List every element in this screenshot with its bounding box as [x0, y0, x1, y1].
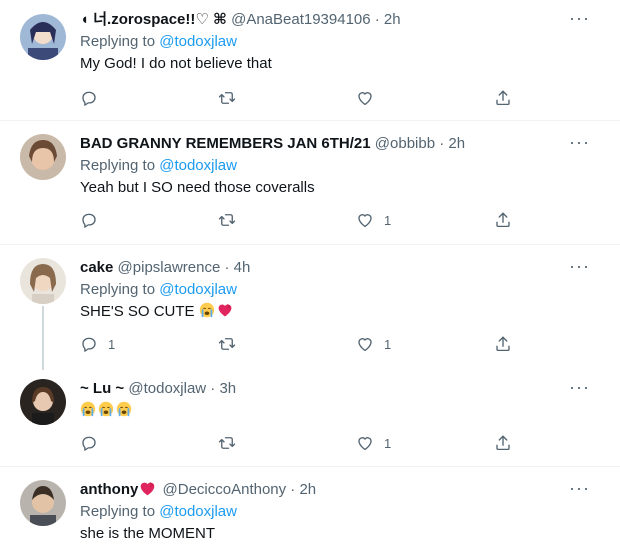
handle-time[interactable]: @todoxjlaw · 3h — [128, 380, 236, 397]
replying-prefix: Replying to — [80, 33, 156, 50]
tweet-text: My God! I do not believe that — [80, 55, 272, 72]
reply-count: 1 — [108, 336, 116, 352]
replying-prefix: Replying to — [80, 281, 156, 298]
like-count: 1 — [384, 212, 392, 228]
avatar[interactable] — [20, 134, 66, 180]
retweet-button[interactable] — [218, 433, 246, 453]
reply-button[interactable] — [80, 433, 108, 453]
handle-time[interactable]: @DeciccoAnthony · 2h — [163, 481, 317, 498]
crying-emoji-icon — [80, 401, 96, 417]
heart-emoji-icon — [217, 302, 233, 318]
divider — [0, 466, 620, 467]
crying-emoji-icon — [116, 401, 132, 417]
like-icon — [356, 335, 374, 353]
share-icon — [494, 211, 512, 229]
like-icon — [356, 89, 374, 107]
action-bar: 1 1 — [80, 334, 520, 354]
thread-line — [42, 306, 44, 370]
like-icon — [356, 211, 374, 229]
like-count: 1 — [384, 336, 392, 352]
replying-prefix: Replying to — [80, 157, 156, 174]
more-icon[interactable]: ··· — [569, 257, 590, 275]
avatar[interactable] — [20, 14, 66, 60]
retweet-icon — [218, 434, 236, 452]
tweet-body — [80, 401, 134, 421]
display-name[interactable]: BAD GRANNY REMEMBERS JAN 6TH/21 — [80, 135, 371, 152]
share-icon — [494, 434, 512, 452]
tweet-text: she is the MOMENT — [80, 525, 216, 542]
tweet-body: SHE'S SO CUTE — [80, 302, 235, 322]
handle-time[interactable]: @AnaBeat19394106 · 2h — [231, 11, 401, 28]
replying-to: Replying to @todoxjlaw — [80, 156, 237, 176]
like-count: 1 — [384, 435, 392, 451]
reply-icon — [80, 89, 98, 107]
like-button[interactable]: 1 — [356, 210, 391, 230]
more-icon[interactable]: ··· — [569, 378, 590, 396]
mention-link[interactable]: @todoxjlaw — [159, 33, 237, 50]
display-name[interactable]: ~ Lu ~ — [80, 380, 124, 397]
display-name[interactable]: anthony — [80, 481, 138, 498]
divider — [0, 244, 620, 245]
share-button[interactable] — [494, 210, 512, 230]
retweet-icon — [218, 211, 236, 229]
share-button[interactable] — [494, 433, 512, 453]
avatar[interactable] — [20, 379, 66, 425]
action-bar: 1 — [80, 210, 520, 230]
replying-to: Replying to @todoxjlaw — [80, 502, 237, 522]
reply-button[interactable] — [80, 210, 108, 230]
avatar[interactable] — [20, 480, 66, 526]
reply-icon — [80, 335, 98, 353]
display-name[interactable]: cake — [80, 259, 113, 276]
reply-icon — [80, 434, 98, 452]
action-bar — [80, 88, 520, 108]
share-icon — [494, 335, 512, 353]
display-name[interactable]: ◖ 너.zorospace!!♡ ⌘ — [80, 11, 227, 28]
like-icon — [356, 434, 374, 452]
retweet-icon — [218, 89, 236, 107]
handle-time[interactable]: @obbibb · 2h — [375, 135, 465, 152]
like-button[interactable]: 1 — [356, 334, 391, 354]
reply-button[interactable]: 1 — [80, 334, 115, 354]
more-icon[interactable]: ··· — [569, 133, 590, 151]
retweet-button[interactable] — [218, 88, 246, 108]
mention-link[interactable]: @todoxjlaw — [159, 157, 237, 174]
share-button[interactable] — [494, 334, 512, 354]
tweet-text: SHE'S SO CUTE — [80, 303, 195, 320]
retweet-icon — [218, 335, 236, 353]
share-button[interactable] — [494, 88, 512, 108]
retweet-button[interactable] — [218, 210, 246, 230]
avatar[interactable] — [20, 258, 66, 304]
crying-emoji-icon — [98, 401, 114, 417]
action-bar: 1 — [80, 433, 520, 453]
retweet-button[interactable] — [218, 334, 246, 354]
reply-button[interactable] — [80, 88, 108, 108]
replying-to: Replying to @todoxjlaw — [80, 280, 237, 300]
like-button[interactable]: 1 — [356, 433, 391, 453]
handle-time[interactable]: @pipslawrence · 4h — [118, 259, 251, 276]
like-button[interactable] — [356, 88, 384, 108]
replying-to: Replying to @todoxjlaw — [80, 32, 237, 52]
share-icon — [494, 89, 512, 107]
heart-emoji-icon — [139, 480, 156, 497]
crying-emoji-icon — [199, 302, 215, 318]
more-icon[interactable]: ··· — [569, 9, 590, 27]
mention-link[interactable]: @todoxjlaw — [159, 281, 237, 298]
divider — [0, 120, 620, 121]
replying-prefix: Replying to — [80, 503, 156, 520]
reply-icon — [80, 211, 98, 229]
more-icon[interactable]: ··· — [569, 479, 590, 497]
mention-link[interactable]: @todoxjlaw — [159, 503, 237, 520]
tweet-text: Yeah but I SO need those coveralls — [80, 179, 315, 196]
